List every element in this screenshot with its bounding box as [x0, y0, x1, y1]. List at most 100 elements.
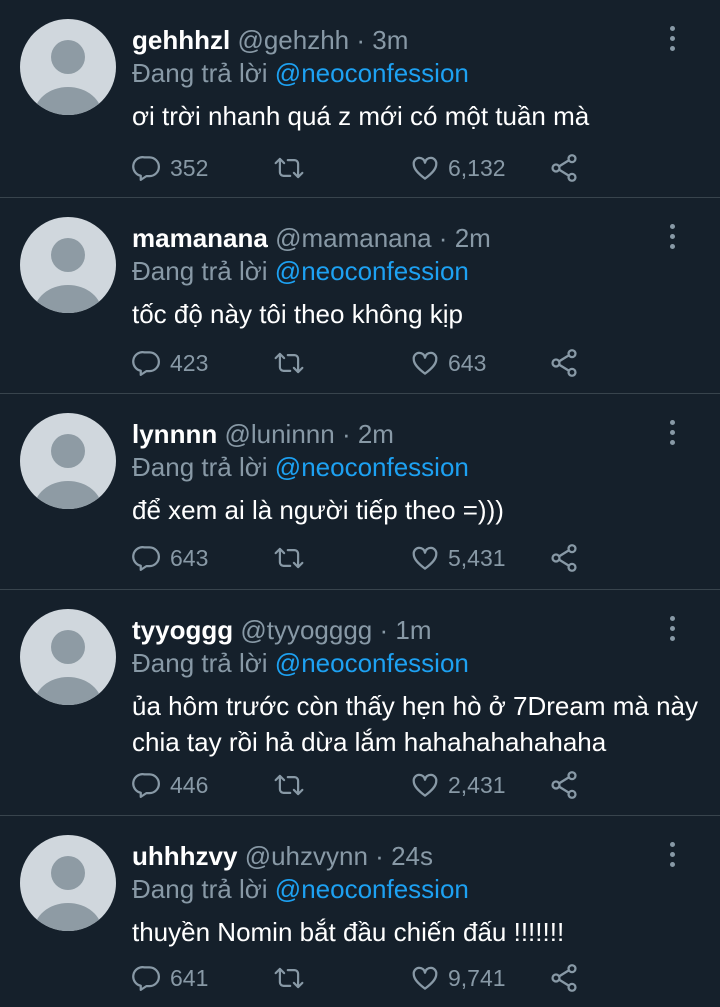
heart-icon — [410, 963, 440, 993]
share-button[interactable] — [548, 768, 580, 802]
timestamp[interactable]: 2m — [455, 223, 491, 253]
reply-count: 446 — [170, 771, 209, 798]
timestamp[interactable]: 3m — [372, 25, 408, 55]
share-icon — [548, 962, 580, 994]
heart-icon — [410, 153, 440, 183]
reply-button[interactable]: 423 — [132, 346, 208, 380]
user-name[interactable]: mamanana — [132, 223, 268, 253]
timestamp[interactable]: 2m — [358, 419, 394, 449]
share-button[interactable] — [548, 541, 580, 575]
default-avatar-icon[interactable] — [20, 217, 116, 313]
reply-button[interactable]: 643 — [132, 541, 208, 575]
reply-icon — [132, 153, 162, 183]
reply-icon — [132, 963, 162, 993]
user-name[interactable]: lynnnn — [132, 419, 217, 449]
user-name[interactable]: tyyoggg — [132, 615, 233, 645]
separator-dot: · — [375, 841, 384, 871]
action-bar: 352 6,132 — [132, 151, 592, 185]
default-avatar-icon[interactable] — [20, 835, 116, 931]
default-avatar-icon[interactable] — [20, 19, 116, 115]
more-vertical-icon[interactable] — [668, 224, 678, 252]
share-button[interactable] — [548, 961, 580, 995]
tweet-header: gehhhzl @gehzhh · 3m — [132, 24, 408, 56]
tweet-header: lynnnn @luninnn · 2m — [132, 418, 394, 450]
action-bar: 641 9,741 — [132, 961, 592, 995]
share-icon — [548, 347, 580, 379]
tweet[interactable]: lynnnn @luninnn · 2m Đang trả lời @neoco… — [0, 394, 720, 590]
replying-to-label: Đang trả lời — [132, 452, 268, 482]
like-count: 9,741 — [448, 964, 506, 991]
retweet-icon — [272, 348, 306, 378]
more-vertical-icon[interactable] — [668, 842, 678, 870]
reply-icon — [132, 348, 162, 378]
replying-to-label: Đang trả lời — [132, 874, 268, 904]
separator-dot: · — [438, 223, 448, 253]
heart-icon — [410, 348, 440, 378]
tweet-text: tốc độ này tôi theo không kịp — [132, 299, 464, 329]
tweet[interactable]: uhhhzvy @uhzvynn · 24s Đang trả lời @neo… — [0, 816, 720, 1007]
share-button[interactable] — [548, 151, 580, 185]
default-avatar-icon[interactable] — [20, 609, 116, 705]
replying-to: Đang trả lời @neoconfession — [132, 647, 469, 679]
reply-mention-link[interactable]: @neoconfession — [275, 452, 469, 482]
reply-mention-link[interactable]: @neoconfession — [275, 874, 469, 904]
user-name[interactable]: gehhhzl — [132, 25, 230, 55]
like-button[interactable]: 2,431 — [410, 768, 506, 802]
tweet[interactable]: gehhhzl @gehzhh · 3m Đang trả lời @neoco… — [0, 0, 720, 198]
retweet-icon — [272, 543, 306, 573]
action-bar: 423 643 — [132, 346, 592, 380]
replying-to: Đang trả lời @neoconfession — [132, 451, 469, 483]
share-button[interactable] — [548, 346, 580, 380]
user-handle[interactable]: @luninnn — [224, 419, 334, 449]
like-count: 5,431 — [448, 544, 506, 571]
user-handle[interactable]: @mamanana — [275, 223, 431, 253]
more-vertical-icon[interactable] — [668, 26, 678, 54]
retweet-button[interactable] — [272, 768, 306, 802]
like-button[interactable]: 6,132 — [410, 151, 506, 185]
reply-button[interactable]: 446 — [132, 768, 208, 802]
more-vertical-icon[interactable] — [668, 420, 678, 448]
retweet-button[interactable] — [272, 961, 306, 995]
like-count: 643 — [448, 349, 487, 376]
action-bar: 643 5,431 — [132, 541, 592, 575]
tweet-text: ủa hôm trước còn thấy hẹn hò ở 7Dream mà… — [132, 691, 698, 757]
timestamp[interactable]: 24s — [391, 841, 433, 871]
like-button[interactable]: 5,431 — [410, 541, 506, 575]
share-icon — [548, 769, 580, 801]
timestamp[interactable]: 1m — [395, 615, 431, 645]
retweet-button[interactable] — [272, 346, 306, 380]
more-vertical-icon[interactable] — [668, 616, 678, 644]
tweet[interactable]: mamanana @mamanana · 2m Đang trả lời @ne… — [0, 198, 720, 394]
tweet-text: để xem ai là người tiếp theo =))) — [132, 495, 504, 525]
user-handle[interactable]: @tyyogggg — [240, 615, 372, 645]
reply-button[interactable]: 641 — [132, 961, 208, 995]
heart-icon — [410, 770, 440, 800]
tweet[interactable]: tyyoggg @tyyogggg · 1m Đang trả lời @neo… — [0, 590, 720, 816]
retweet-icon — [272, 963, 306, 993]
tweet-header: uhhhzvy @uhzvynn · 24s — [132, 840, 433, 872]
user-handle[interactable]: @gehzhh — [237, 25, 349, 55]
tweet-header: mamanana @mamanana · 2m — [132, 222, 491, 254]
reply-button[interactable]: 352 — [132, 151, 208, 185]
reply-count: 423 — [170, 349, 209, 376]
reply-icon — [132, 770, 162, 800]
retweet-button[interactable] — [272, 151, 306, 185]
user-name[interactable]: uhhhzvy — [132, 841, 237, 871]
default-avatar-icon[interactable] — [20, 413, 116, 509]
user-handle[interactable]: @uhzvynn — [245, 841, 368, 871]
separator-dot: · — [356, 25, 366, 55]
replying-to: Đang trả lời @neoconfession — [132, 255, 469, 287]
separator-dot: · — [341, 419, 351, 449]
replying-to: Đang trả lời @neoconfession — [132, 873, 469, 905]
reply-mention-link[interactable]: @neoconfession — [275, 58, 469, 88]
replying-to-label: Đang trả lời — [132, 648, 268, 678]
like-button[interactable]: 9,741 — [410, 961, 506, 995]
replying-to: Đang trả lời @neoconfession — [132, 57, 469, 89]
reply-mention-link[interactable]: @neoconfession — [275, 256, 469, 286]
like-button[interactable]: 643 — [410, 346, 486, 380]
action-bar: 446 2,431 — [132, 768, 592, 802]
like-count: 6,132 — [448, 154, 506, 181]
retweet-button[interactable] — [272, 541, 306, 575]
reply-mention-link[interactable]: @neoconfession — [275, 648, 469, 678]
like-count: 2,431 — [448, 771, 506, 798]
